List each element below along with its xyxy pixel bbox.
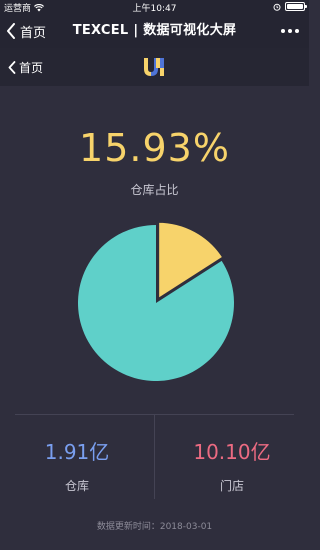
clock: 上午10:47 — [132, 4, 177, 14]
main-content: 15.93% 仓库占比 1.91亿 仓库 10.10亿 门店 数据更新时间：20… — [0, 86, 309, 550]
nav-bar: 首页 TEXCEL | 数据可视化大屏 — [0, 14, 309, 48]
more-dot-icon — [295, 29, 299, 33]
status-bar: 运营商 上午10:47 — [0, 0, 309, 14]
status-right — [273, 2, 307, 11]
pie-chart — [77, 220, 234, 381]
store-stat: 10.10亿 门店 — [155, 436, 309, 494]
home-back-button[interactable]: 首页 — [8, 48, 43, 86]
warehouse-label: 仓库 — [64, 479, 89, 493]
more-menu-button[interactable] — [281, 14, 299, 48]
store-value: 10.10亿 — [193, 440, 271, 464]
more-dot-icon — [281, 29, 285, 33]
warehouse-stat: 1.91亿 仓库 — [0, 436, 154, 494]
chevron-left-icon — [8, 60, 16, 74]
battery-icon — [285, 2, 307, 11]
store-label: 门店 — [219, 479, 244, 493]
page-title: TEXCEL | 数据可视化大屏 — [72, 23, 237, 38]
warehouse-ratio-label: 仓库占比 — [130, 183, 179, 197]
more-dot-icon — [288, 29, 292, 33]
home-back-label: 首页 — [19, 60, 44, 75]
brand-logo-icon — [144, 58, 164, 76]
app-header: 首页 — [0, 48, 309, 86]
alarm-icon — [273, 3, 281, 11]
warehouse-percent: 15.93% — [79, 126, 230, 170]
warehouse-value: 1.91亿 — [44, 440, 110, 464]
data-updated-time: 数据更新时间：2018-03-01 — [96, 522, 213, 532]
